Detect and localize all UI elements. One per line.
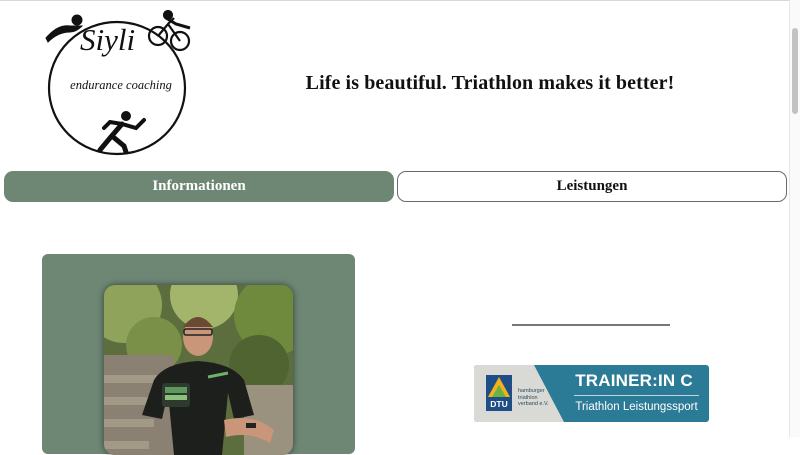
badge-org-line: verband e.V. [518,401,549,407]
tab-leistungen[interactable]: Leistungen [397,171,787,202]
swimmer-icon [45,14,84,43]
tab-informationen[interactable]: Informationen [4,171,394,202]
brand-name: Siyli [80,22,136,57]
page-scrollbar[interactable] [789,0,800,437]
siyli-logo[interactable]: Siyli endurance coaching [40,6,200,156]
runner-icon [97,111,146,155]
scrollbar-thumb[interactable] [792,28,798,114]
badge-title: TRAINER:IN C [575,371,693,390]
profile-card [42,254,355,455]
brand-subtitle: endurance coaching [70,78,172,92]
top-border [0,0,800,1]
tab-label: Leistungen [556,178,628,194]
dtu-logo-text: DTU [490,399,508,409]
badge-subtitle: Triathlon Leistungssport [575,401,698,413]
badge-rule [574,395,699,396]
divider-line [512,324,670,326]
cyclist-icon [147,9,191,52]
tagline: Life is beautiful. Triathlon makes it be… [305,72,675,94]
tab-label: Informationen [152,178,246,194]
trainer-badge[interactable]: DTU hamburger triathlon verband e.V. TRA… [474,365,709,422]
coach-photo [104,285,293,455]
badge-org: hamburger triathlon verband e.V. [518,388,568,408]
